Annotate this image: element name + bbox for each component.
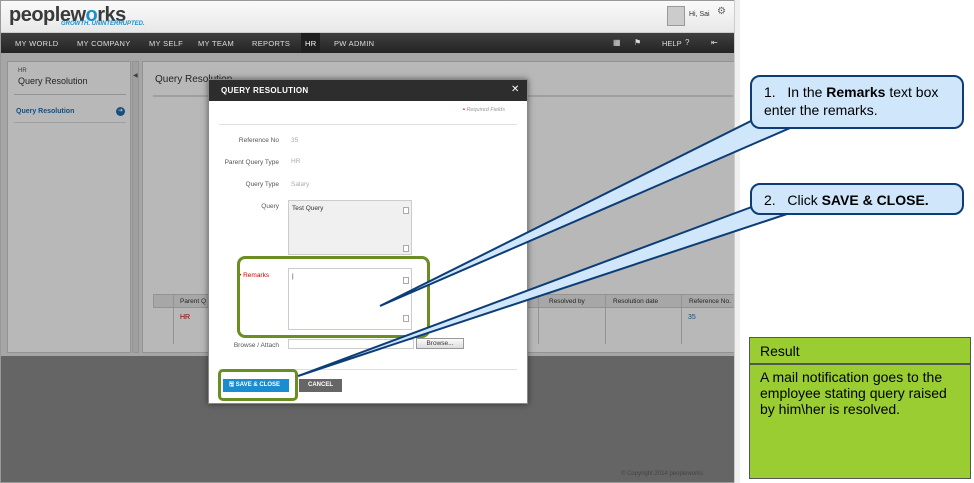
callout-step-1: 1. In the Remarks text box enter the rem… bbox=[750, 75, 964, 129]
result-heading: Result bbox=[749, 337, 971, 364]
step-1-number: 1. bbox=[764, 84, 776, 100]
step-1-text-bold: Remarks bbox=[826, 84, 886, 100]
step-2-text-pre: Click bbox=[787, 192, 822, 208]
callout-step-2: 2. Click SAVE & CLOSE. bbox=[750, 183, 964, 215]
step-2-number: 2. bbox=[764, 192, 776, 208]
step-1-text-pre: In the bbox=[787, 84, 827, 100]
step-2-text-bold: SAVE & CLOSE. bbox=[821, 192, 929, 208]
result-text: A mail notification goes to the employee… bbox=[749, 364, 971, 479]
